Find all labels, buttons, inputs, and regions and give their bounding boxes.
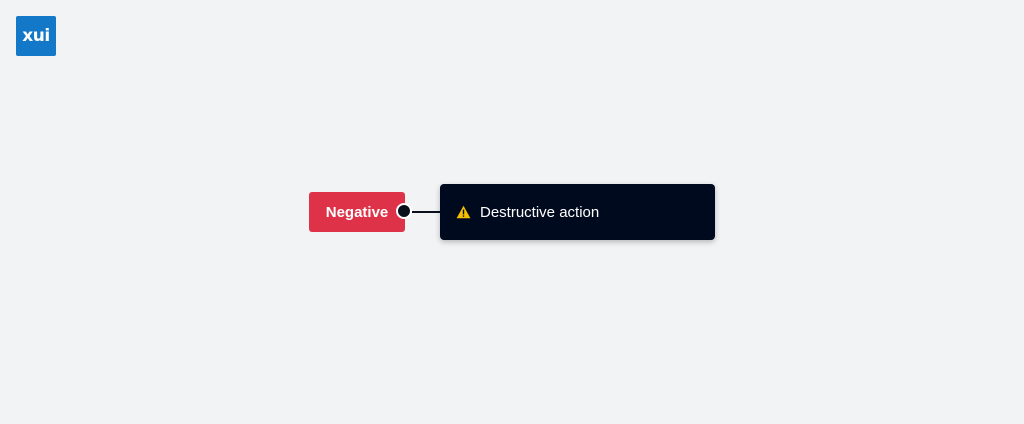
warning-icon — [456, 205, 471, 219]
tooltip-text: Destructive action — [480, 203, 600, 221]
tooltip-connector-line — [412, 211, 440, 213]
tooltip: Destructive action — [440, 184, 715, 240]
negative-button[interactable]: Negative — [309, 192, 405, 232]
xui-logo: xui — [16, 16, 56, 56]
tooltip-anchor-dot — [396, 203, 412, 219]
